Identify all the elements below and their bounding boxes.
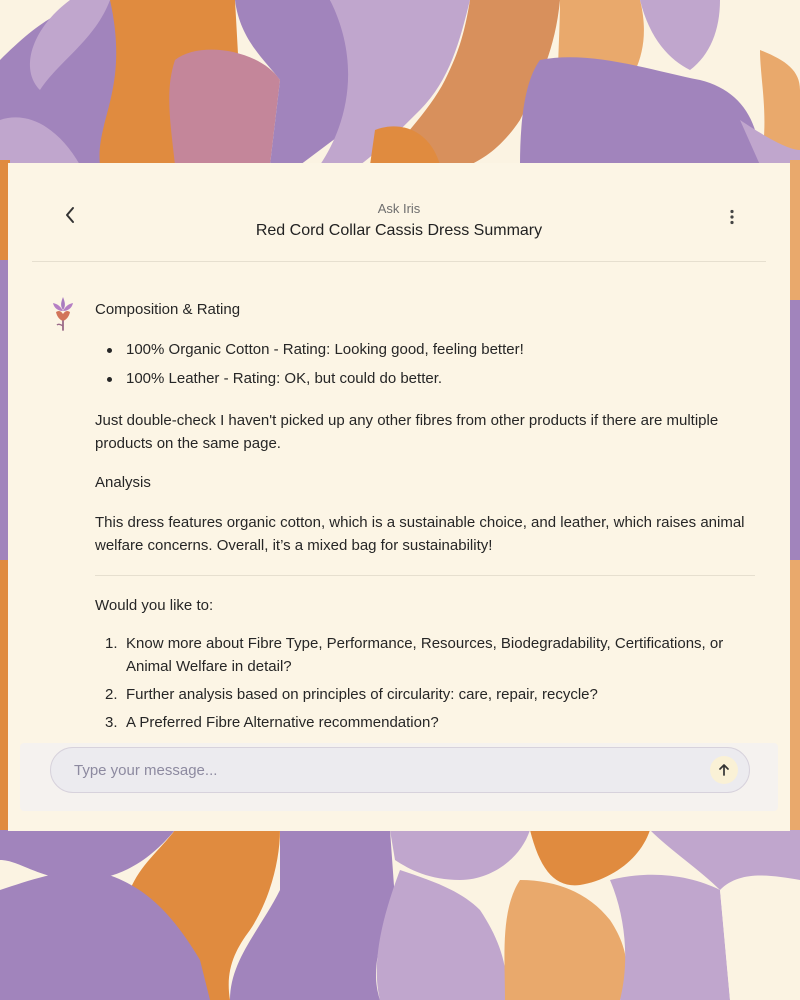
option-item: 1. Know more about Fibre Type, Performanc…	[105, 635, 724, 675]
option-item: 3. A Preferred Fibre Alternative recommen…	[105, 714, 439, 731]
message-input[interactable]	[50, 747, 750, 793]
composition-heading: Composition & Rating	[95, 301, 241, 318]
page-title: Red Cord Collar Cassis Dress Summary	[255, 222, 543, 239]
header-subtitle: Ask Iris	[377, 201, 421, 216]
assistant-message: Composition & Rating 100% Organic Cotton…	[95, 298, 755, 739]
composition-list: 100% Organic Cotton - Rating: Looking go…	[95, 338, 755, 396]
note-paragraph: Just double-check I haven't picked up an…	[95, 412, 719, 452]
list-item: 100% Organic Cotton - Rating: Looking go…	[95, 338, 755, 367]
more-options-button[interactable]	[720, 205, 744, 229]
analysis-heading: Analysis	[95, 474, 151, 491]
chat-panel: Ask Iris Red Cord Collar Cassis Dress Su…	[8, 163, 790, 831]
options-list: 1. Know more about Fibre Type, Performanc…	[95, 632, 755, 734]
send-button[interactable]	[710, 756, 738, 784]
chat-header: Ask Iris Red Cord Collar Cassis Dress Su…	[8, 163, 790, 263]
follow-up-prompt: Would you like to:	[95, 597, 214, 614]
iris-flower-icon	[53, 297, 73, 331]
arrow-up-icon	[719, 764, 729, 776]
header-divider	[32, 261, 766, 262]
list-item: 100% Leather - Rating: OK, but could do …	[95, 367, 755, 396]
message-divider	[95, 575, 755, 576]
analysis-paragraph: This dress features organic cotton, whic…	[95, 514, 745, 554]
kebab-menu-icon	[730, 209, 734, 225]
option-item: 2. Further analysis based on principles o…	[105, 686, 598, 703]
